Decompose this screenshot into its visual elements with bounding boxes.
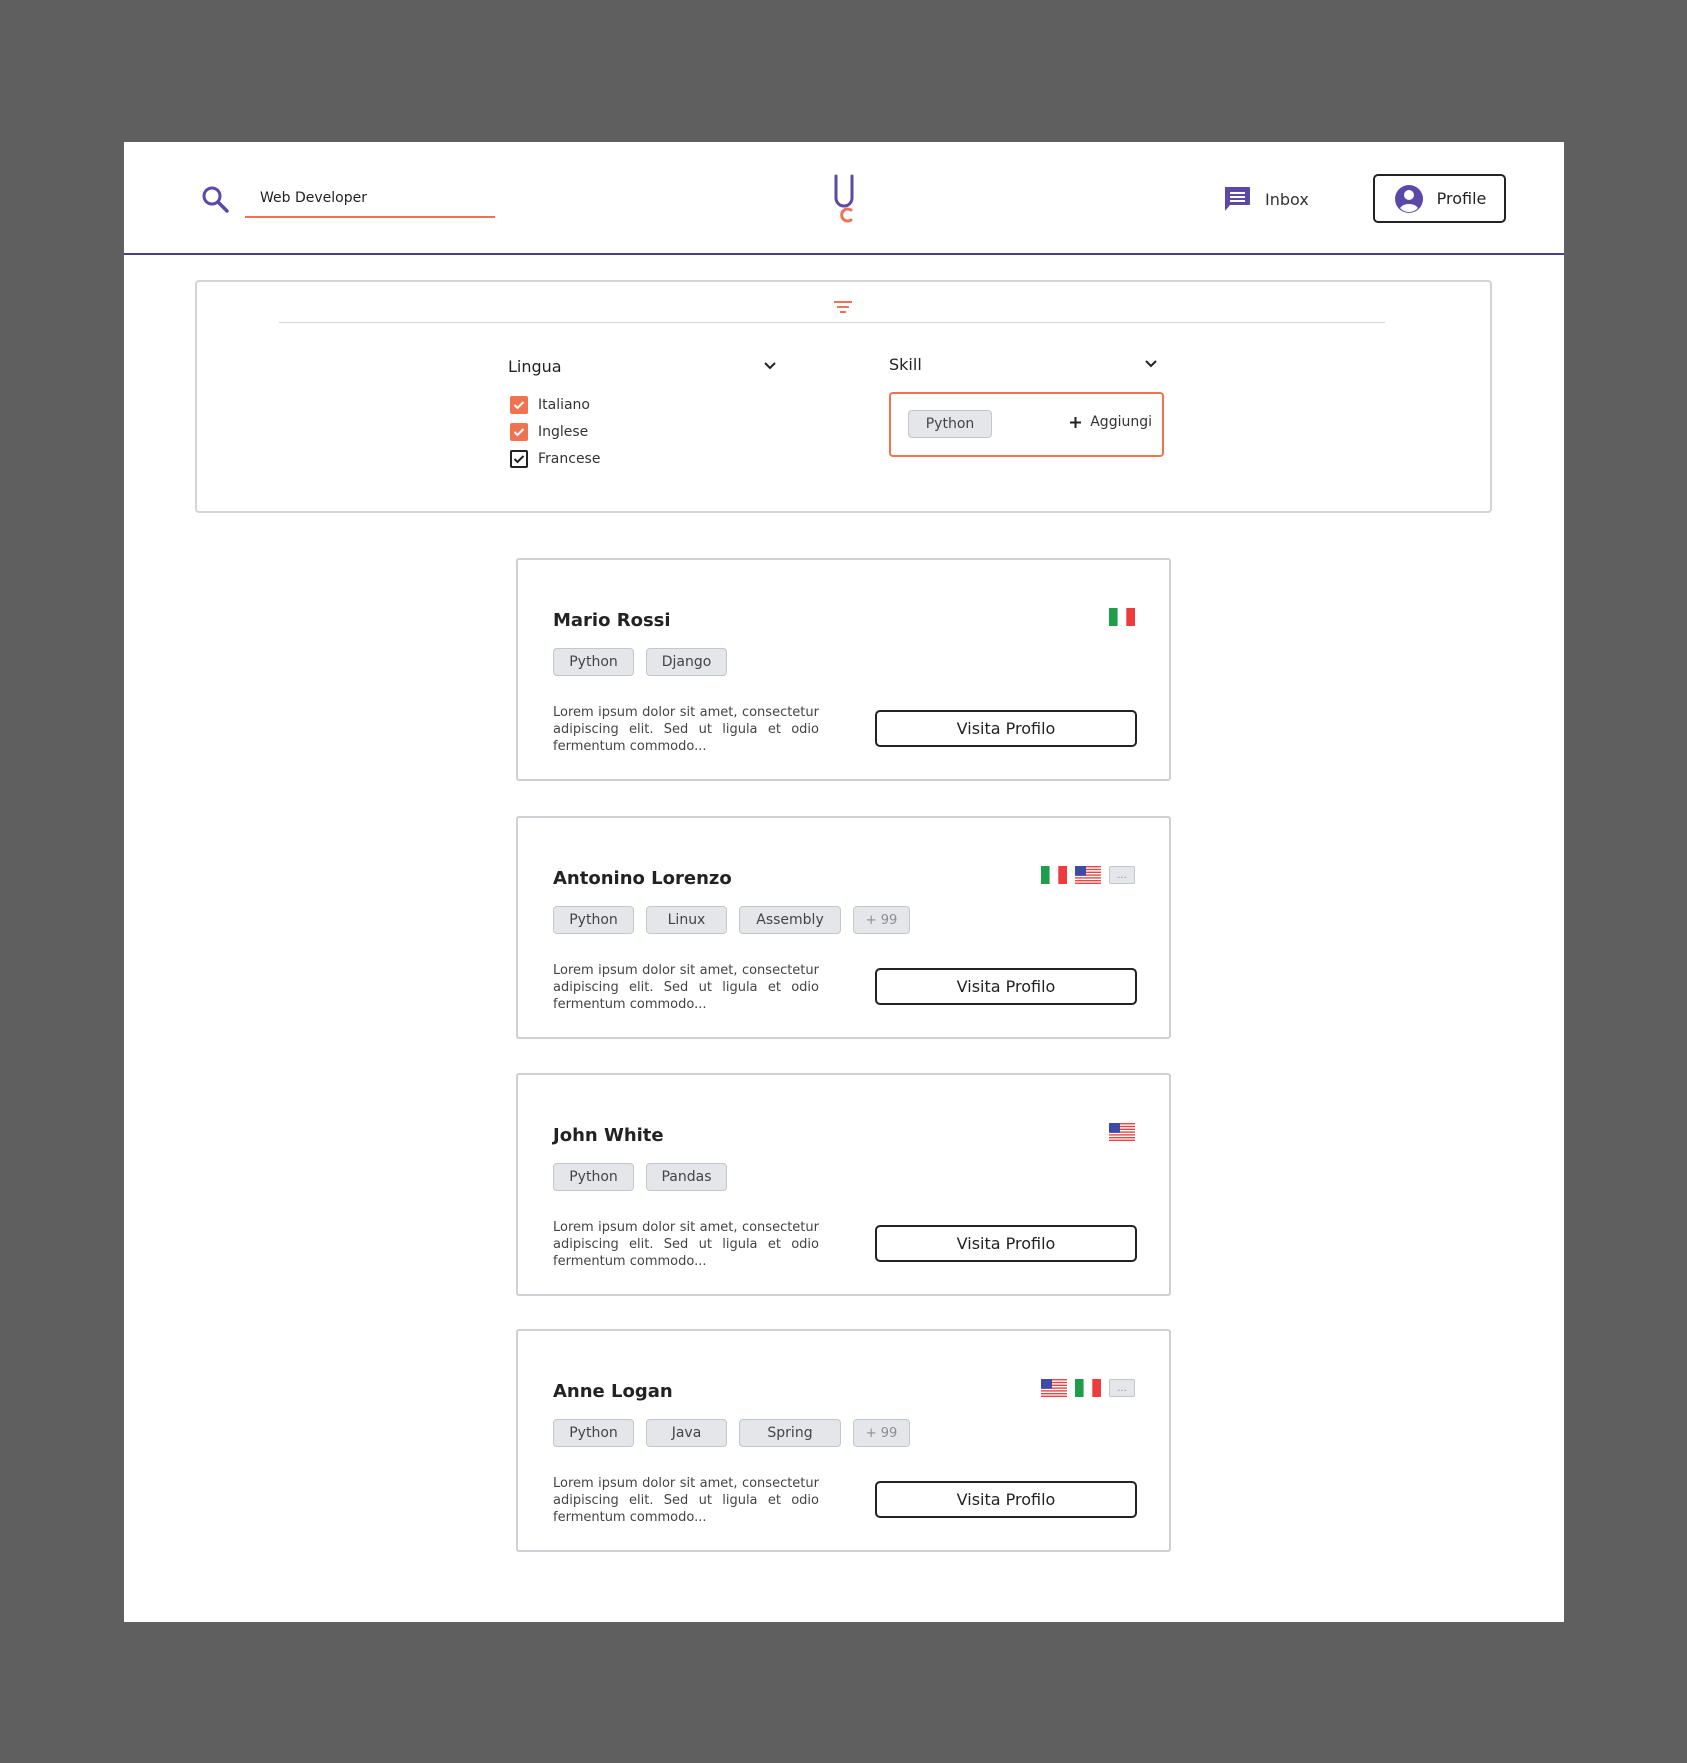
- logo-icon[interactable]: [832, 174, 856, 226]
- lingua-dropdown[interactable]: Lingua: [508, 356, 780, 376]
- us-flag-icon: [1109, 1123, 1135, 1141]
- visit-profile-button[interactable]: Visita Profilo: [875, 968, 1137, 1005]
- candidate-description: Lorem ipsum dolor sit amet, consectetur …: [553, 963, 819, 1012]
- language-flags: [1109, 608, 1135, 626]
- it-flag-icon: [1075, 1379, 1101, 1397]
- language-flags: ...: [1041, 866, 1135, 884]
- it-flag-icon: [1041, 866, 1067, 884]
- filter-icon[interactable]: [831, 296, 855, 318]
- profile-button[interactable]: Profile: [1373, 174, 1506, 223]
- filter-panel: Lingua Italiano Inglese Francese Skill P…: [195, 280, 1492, 513]
- filter-divider: [279, 322, 1385, 323]
- profile-card: Anne Logan ... Python Java Spring + 99 L…: [516, 1329, 1171, 1552]
- candidate-description: Lorem ipsum dolor sit amet, consectetur …: [553, 1220, 819, 1269]
- user-circle-icon: [1394, 184, 1423, 213]
- search-icon[interactable]: [200, 184, 230, 214]
- skill-tag: Pandas: [646, 1163, 727, 1191]
- skill-tag: Spring: [739, 1419, 841, 1447]
- inbox-link[interactable]: Inbox: [1221, 183, 1309, 215]
- skill-tag: Python: [553, 1163, 634, 1191]
- language-label: Francese: [538, 450, 601, 467]
- visit-profile-button[interactable]: Visita Profilo: [875, 1225, 1137, 1262]
- more-tags-badge[interactable]: + 99: [853, 906, 910, 934]
- skill-dropdown[interactable]: Skill: [889, 354, 1161, 374]
- language-label: Italiano: [538, 396, 590, 413]
- add-skill-label: Aggiungi: [1090, 414, 1152, 430]
- more-flags-badge[interactable]: ...: [1109, 866, 1135, 884]
- language-checkbox-list: Italiano Inglese Francese: [510, 391, 600, 472]
- skill-tag: Python: [553, 906, 634, 934]
- top-bar: Inbox Profile: [124, 142, 1564, 255]
- visit-profile-button[interactable]: Visita Profilo: [875, 710, 1137, 747]
- language-option-italiano[interactable]: Italiano: [510, 391, 600, 418]
- skill-tag: Java: [646, 1419, 727, 1447]
- skill-tags: Python Django: [553, 648, 727, 676]
- skill-tag: Django: [646, 648, 727, 676]
- language-option-francese[interactable]: Francese: [510, 445, 600, 472]
- profile-card: Antonino Lorenzo ... Python Linux Assemb…: [516, 816, 1171, 1039]
- language-option-inglese[interactable]: Inglese: [510, 418, 600, 445]
- more-tags-badge[interactable]: + 99: [853, 1419, 910, 1447]
- candidate-description: Lorem ipsum dolor sit amet, consectetur …: [553, 1476, 819, 1525]
- search-input[interactable]: [245, 180, 495, 218]
- us-flag-icon: [1041, 1379, 1067, 1397]
- us-flag-icon: [1075, 866, 1101, 884]
- candidate-name: John White: [553, 1125, 664, 1146]
- candidate-description: Lorem ipsum dolor sit amet, consectetur …: [553, 705, 819, 754]
- inbox-label: Inbox: [1265, 189, 1309, 209]
- skill-tags: Python Pandas: [553, 1163, 727, 1191]
- skill-tags: Python Linux Assembly + 99: [553, 906, 910, 934]
- checkbox-inglese[interactable]: [510, 422, 528, 441]
- plus-icon: [1070, 416, 1082, 428]
- it-flag-icon: [1109, 608, 1135, 626]
- chevron-down-icon: [1145, 360, 1157, 368]
- skill-selector[interactable]: Python Aggiungi: [889, 392, 1164, 457]
- skill-tag: Linux: [646, 906, 727, 934]
- skill-tag[interactable]: Python: [908, 410, 992, 438]
- page: Inbox Profile Lingua: [124, 142, 1564, 1622]
- lingua-label: Lingua: [508, 356, 562, 376]
- more-flags-badge[interactable]: ...: [1109, 1379, 1135, 1397]
- language-flags: [1109, 1123, 1135, 1141]
- checkbox-francese[interactable]: [510, 449, 528, 468]
- skill-tag: Python: [553, 1419, 634, 1447]
- skill-label: Skill: [889, 354, 922, 374]
- checkbox-italiano[interactable]: [510, 395, 528, 414]
- visit-profile-button[interactable]: Visita Profilo: [875, 1481, 1137, 1518]
- profile-card: Mario Rossi Python Django Lorem ipsum do…: [516, 558, 1171, 781]
- language-label: Inglese: [538, 423, 589, 440]
- candidate-name: Anne Logan: [553, 1381, 673, 1402]
- profile-card: John White Python Pandas Lorem ipsum dol…: [516, 1073, 1171, 1296]
- add-skill-button[interactable]: Aggiungi: [1069, 414, 1152, 430]
- chat-icon: [1225, 187, 1250, 211]
- skill-tag: Python: [553, 648, 634, 676]
- chevron-down-icon: [764, 362, 776, 370]
- candidate-name: Antonino Lorenzo: [553, 868, 732, 889]
- candidate-name: Mario Rossi: [553, 610, 671, 631]
- skill-tag: Assembly: [739, 906, 841, 934]
- profile-label: Profile: [1436, 189, 1487, 208]
- language-flags: ...: [1041, 1379, 1135, 1397]
- skill-tags: Python Java Spring + 99: [553, 1419, 910, 1447]
